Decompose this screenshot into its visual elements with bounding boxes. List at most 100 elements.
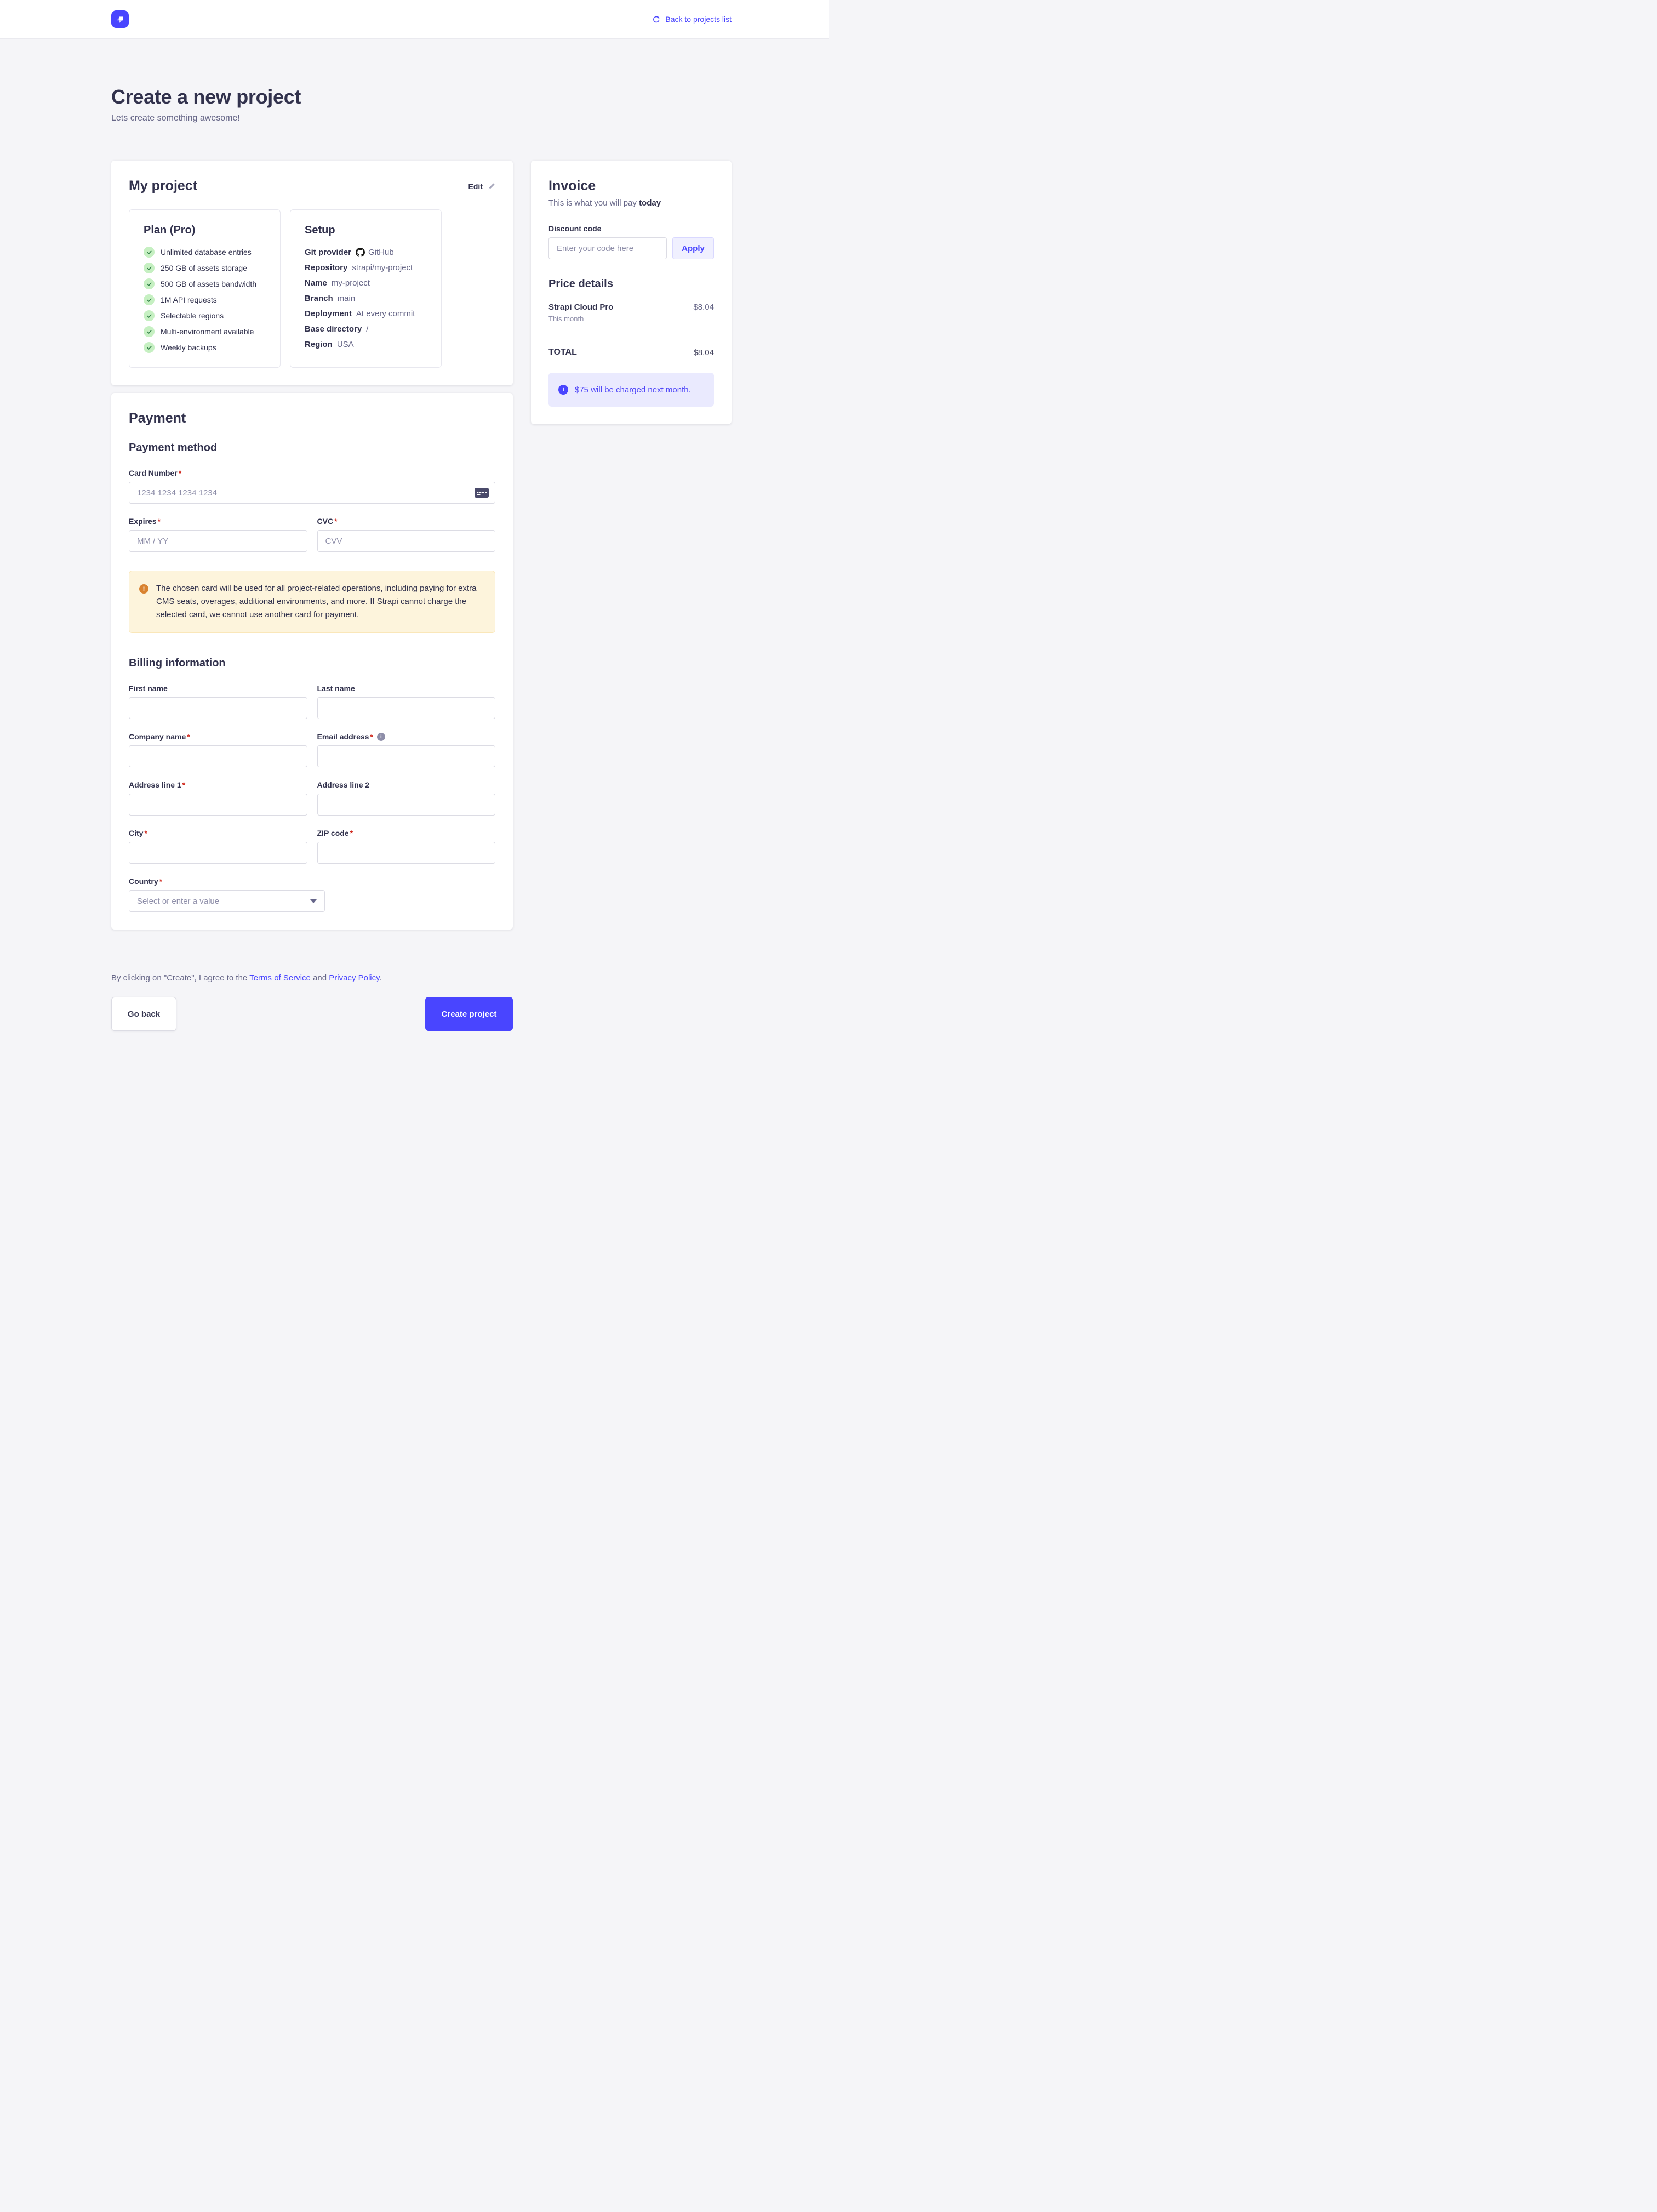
setup-value: my-project xyxy=(332,278,370,288)
card-usage-notice: ! The chosen card will be used for all p… xyxy=(129,571,495,633)
plan-feature-label: Multi-environment available xyxy=(161,327,254,336)
plan-feature-label: 500 GB of assets bandwidth xyxy=(161,280,256,288)
address-line-1-input[interactable] xyxy=(129,794,307,816)
card-number-label: Card Number* xyxy=(129,469,495,477)
plan-feature-list: Unlimited database entries 250 GB of ass… xyxy=(144,247,268,353)
invoice-title: Invoice xyxy=(548,178,714,194)
city-label: City* xyxy=(129,829,307,837)
company-name-input[interactable] xyxy=(129,745,307,767)
total-row: TOTAL $8.04 xyxy=(548,347,714,357)
plan-feature-label: Selectable regions xyxy=(161,311,224,320)
setup-row-repository: Repository strapi/my-project xyxy=(305,263,429,272)
last-name-label: Last name xyxy=(317,684,496,693)
required-marker: * xyxy=(182,780,185,789)
back-link-label: Back to projects list xyxy=(665,15,732,24)
setup-list: Git provider GitHub Repository xyxy=(305,248,429,349)
plan-feature: Multi-environment available xyxy=(144,326,268,337)
expires-input[interactable] xyxy=(129,530,307,552)
warning-icon: ! xyxy=(139,584,148,594)
cvc-input[interactable] xyxy=(317,530,496,552)
discount-code-input[interactable] xyxy=(548,237,667,259)
card-number-input[interactable] xyxy=(129,482,495,504)
required-marker: * xyxy=(159,877,162,886)
next-month-charge-text: $75 will be charged next month. xyxy=(575,385,691,395)
project-summary-card: My project Edit Plan (Pro) xyxy=(111,161,513,385)
strapi-logo-icon xyxy=(114,13,126,25)
terms-of-service-link[interactable]: Terms of Service xyxy=(249,973,311,983)
payment-title: Payment xyxy=(129,411,495,426)
pencil-icon xyxy=(488,183,495,190)
edit-project-button[interactable]: Edit xyxy=(468,182,495,191)
first-name-input[interactable] xyxy=(129,697,307,719)
setup-value: / xyxy=(366,324,368,334)
create-project-button[interactable]: Create project xyxy=(425,997,513,1031)
privacy-policy-link[interactable]: Privacy Policy xyxy=(329,973,379,983)
page-subtitle: Lets create something awesome! xyxy=(111,113,732,123)
required-marker: * xyxy=(144,829,147,837)
email-address-label: Email address* i xyxy=(317,732,496,741)
address-line-2-input[interactable] xyxy=(317,794,496,816)
invoice-subtitle-emphasis: today xyxy=(639,198,661,208)
go-back-button[interactable]: Go back xyxy=(111,997,176,1031)
credit-card-icon xyxy=(475,488,489,498)
setup-title: Setup xyxy=(305,224,429,237)
next-month-charge-note: i $75 will be charged next month. xyxy=(548,373,714,407)
last-name-input[interactable] xyxy=(317,697,496,719)
setup-row-base-directory: Base directory / xyxy=(305,324,429,334)
setup-value: USA xyxy=(337,340,354,349)
check-icon xyxy=(144,310,155,321)
required-marker: * xyxy=(334,517,337,526)
setup-value: At every commit xyxy=(356,309,415,318)
line-item-name: Strapi Cloud Pro xyxy=(548,303,613,312)
price-line-item: Strapi Cloud Pro This month $8.04 xyxy=(548,303,714,323)
payment-method-title: Payment method xyxy=(129,442,495,454)
strapi-logo[interactable] xyxy=(111,10,129,28)
setup-row-git-provider: Git provider GitHub xyxy=(305,248,429,257)
billing-information-title: Billing information xyxy=(129,657,495,670)
required-marker: * xyxy=(158,517,161,526)
plan-feature-label: Weekly backups xyxy=(161,343,216,352)
terms-agreement-text: By clicking on "Create", I agree to the … xyxy=(111,973,513,983)
plan-feature-label: 1M API requests xyxy=(161,295,217,304)
top-bar: Back to projects list xyxy=(0,0,828,39)
line-item-amount: $8.04 xyxy=(693,303,714,323)
plan-feature: 1M API requests xyxy=(144,294,268,305)
total-amount: $8.04 xyxy=(693,348,714,357)
setup-row-branch: Branch main xyxy=(305,294,429,303)
plan-box: Plan (Pro) Unlimited database entries 25… xyxy=(129,209,281,368)
setup-value: GitHub xyxy=(368,248,394,257)
price-details-title: Price details xyxy=(548,278,714,290)
plan-title: Plan (Pro) xyxy=(144,224,268,237)
setup-row-deployment: Deployment At every commit xyxy=(305,309,429,318)
total-label: TOTAL xyxy=(548,347,577,357)
line-item-period: This month xyxy=(548,315,613,323)
plan-feature: Selectable regions xyxy=(144,310,268,321)
invoice-card: Invoice This is what you will pay today … xyxy=(531,161,732,424)
email-info-icon[interactable]: i xyxy=(377,733,385,741)
page-content: Create a new project Lets create somethi… xyxy=(111,39,732,1087)
required-marker: * xyxy=(350,829,353,837)
first-name-label: First name xyxy=(129,684,307,693)
setup-value: strapi/my-project xyxy=(352,263,413,272)
page-title: Create a new project xyxy=(111,85,732,109)
payment-card: Payment Payment method Card Number* xyxy=(111,393,513,930)
invoice-subtitle: This is what you will pay today xyxy=(548,198,714,208)
required-marker: * xyxy=(179,469,181,477)
discount-code-label: Discount code xyxy=(548,224,714,233)
cvc-label: CVC* xyxy=(317,517,496,526)
expires-label: Expires* xyxy=(129,517,307,526)
email-address-input[interactable] xyxy=(317,745,496,767)
apply-discount-button[interactable]: Apply xyxy=(672,237,714,259)
zip-code-input[interactable] xyxy=(317,842,496,864)
city-input[interactable] xyxy=(129,842,307,864)
required-marker: * xyxy=(370,732,373,741)
address-line-1-label: Address line 1* xyxy=(129,780,307,789)
address-line-2-label: Address line 2 xyxy=(317,780,496,789)
back-to-projects-link[interactable]: Back to projects list xyxy=(652,15,732,24)
plan-feature: 250 GB of assets storage xyxy=(144,263,268,273)
setup-row-region: Region USA xyxy=(305,340,429,349)
edit-label: Edit xyxy=(468,182,483,191)
country-select[interactable]: Select or enter a value xyxy=(129,890,325,912)
card-usage-notice-text: The chosen card will be used for all pro… xyxy=(156,582,482,622)
setup-box: Setup Git provider GitHub xyxy=(290,209,442,368)
